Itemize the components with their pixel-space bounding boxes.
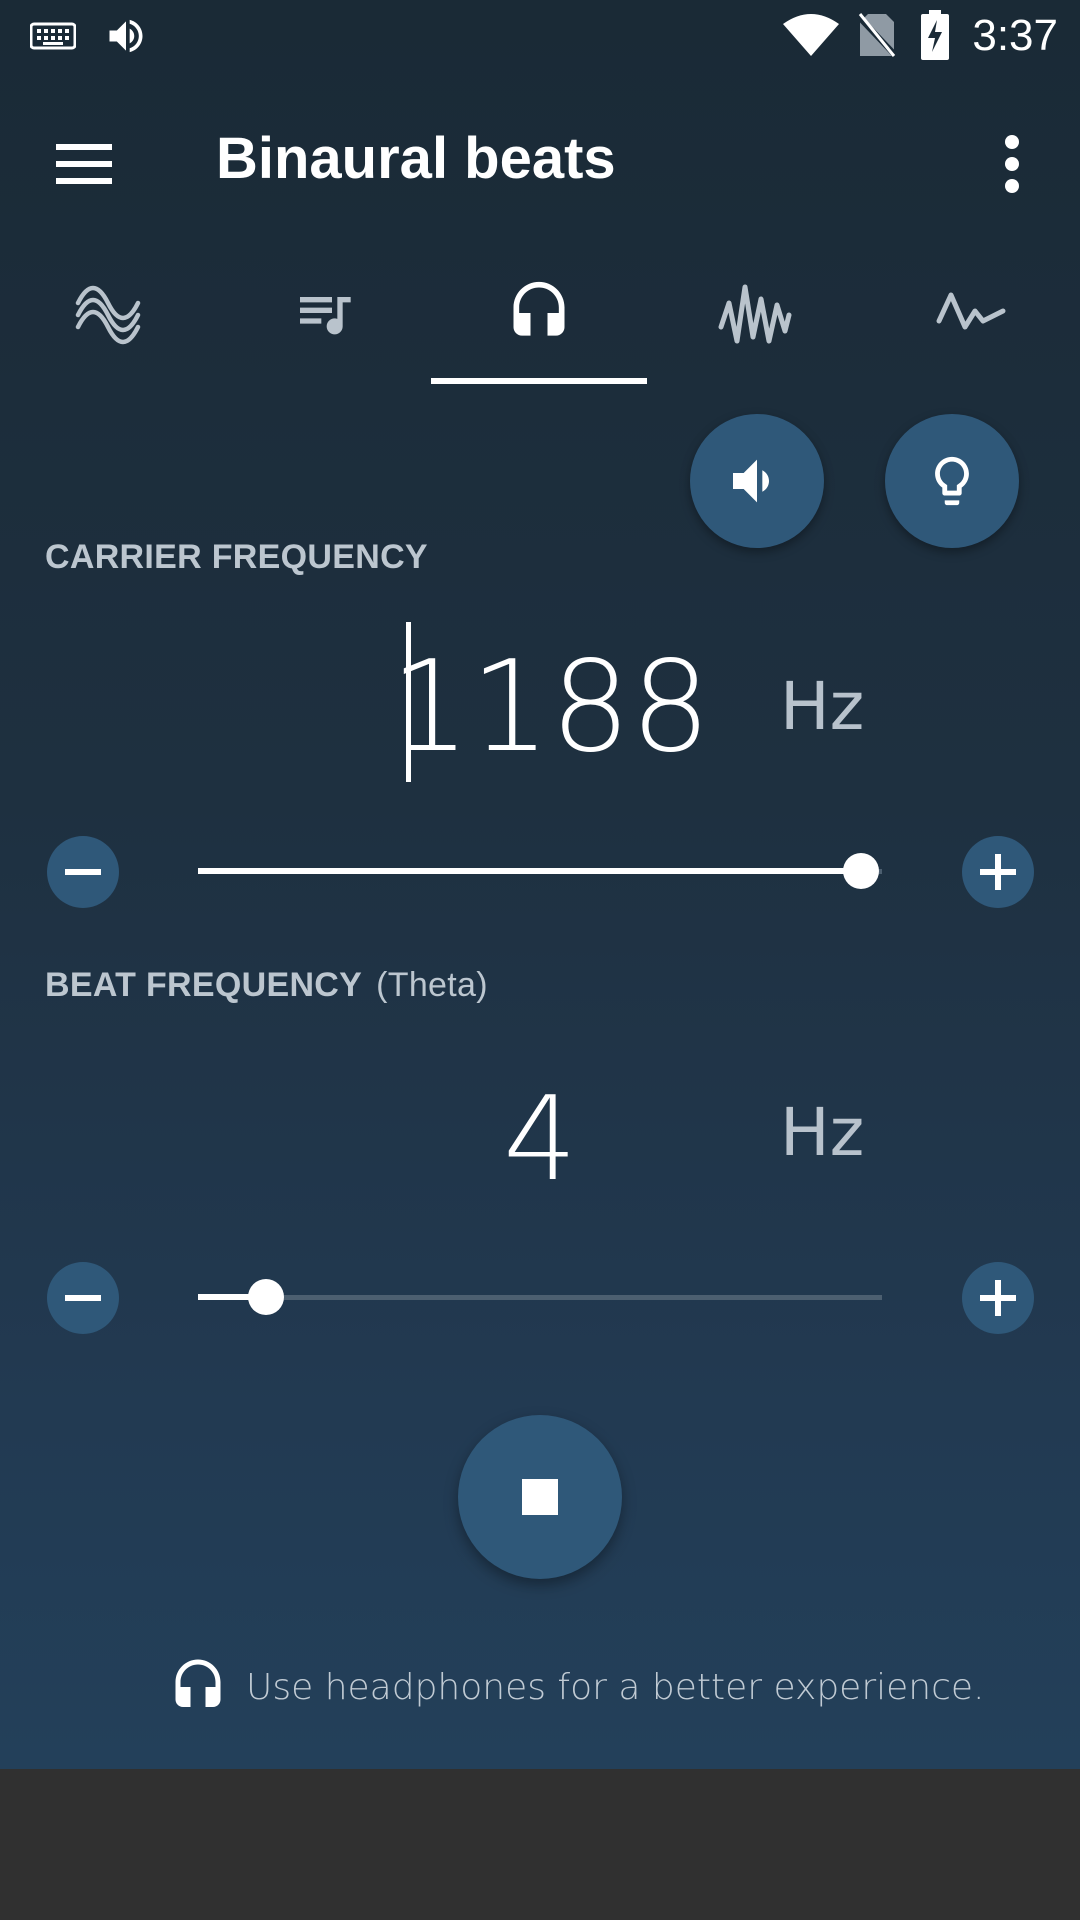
keyboard-icon	[30, 22, 76, 50]
wifi-icon	[783, 14, 839, 56]
status-bar: 3:37	[0, 0, 1080, 72]
lightbulb-icon	[935, 456, 969, 506]
hint-text: Use headphones for a better experience.	[246, 1666, 985, 1708]
more-options-button[interactable]	[972, 120, 1052, 208]
app-bar: Binaural beats	[0, 72, 1080, 242]
more-vertical-icon	[1005, 135, 1019, 193]
carrier-increase-button[interactable]	[962, 836, 1034, 908]
headphones-icon	[175, 1659, 221, 1707]
plus-icon	[980, 854, 1016, 890]
status-time: 3:37	[972, 11, 1058, 60]
tab-selected-indicator	[431, 378, 647, 384]
beat-frequency-band: (Theta)	[376, 966, 488, 1004]
carrier-frequency-label: CARRIER FREQUENCY	[45, 538, 428, 576]
tab-binaural[interactable]	[431, 242, 647, 384]
page-title: Binaural beats	[216, 126, 616, 191]
carrier-frequency-input[interactable]: 1188	[390, 632, 711, 782]
volume-icon	[109, 19, 143, 53]
menu-button[interactable]	[40, 120, 128, 208]
carrier-frequency-slider[interactable]	[198, 849, 882, 893]
volume-button[interactable]	[690, 414, 824, 548]
plus-icon	[980, 1280, 1016, 1316]
beat-frequency-label: BEAT FREQUENCY (Theta)	[45, 966, 488, 1005]
beat-increase-button[interactable]	[962, 1262, 1034, 1334]
battery-charging-icon	[921, 10, 949, 60]
noise-icon	[718, 284, 792, 344]
beat-unit: Hz	[780, 1094, 865, 1171]
stop-button[interactable]	[458, 1415, 622, 1579]
tab-pulse[interactable]	[863, 242, 1079, 384]
beat-frequency-slider[interactable]	[198, 1275, 882, 1319]
beat-frequency-input[interactable]: 4	[390, 1070, 690, 1210]
slider-fill	[198, 868, 862, 874]
tab-playlist[interactable]	[216, 242, 432, 384]
stop-icon	[522, 1479, 558, 1515]
headphones-hint: Use headphones for a better experience.	[168, 1652, 984, 1722]
app-screen: 3:37 Binaural beats CARRIER FREQUENCY 11…	[0, 0, 1080, 1769]
beat-frequency-title: BEAT FREQUENCY	[45, 966, 363, 1004]
system-navigation-bar	[0, 1769, 1080, 1920]
pulse-icon	[936, 292, 1006, 330]
playlist-icon	[300, 297, 351, 335]
carrier-decrease-button[interactable]	[47, 836, 119, 908]
headphones-icon	[513, 281, 565, 336]
beat-decrease-button[interactable]	[47, 1262, 119, 1334]
slider-thumb[interactable]	[843, 853, 880, 889]
minus-icon	[65, 1295, 101, 1301]
slider-track	[198, 1295, 882, 1300]
slider-thumb[interactable]	[248, 1279, 285, 1315]
tab-wave[interactable]	[0, 242, 216, 384]
tab-noise[interactable]	[647, 242, 863, 384]
volume-icon	[733, 459, 769, 503]
no-sim-icon	[858, 13, 896, 58]
carrier-unit: Hz	[780, 668, 865, 745]
minus-icon	[65, 869, 101, 875]
hamburger-menu-icon	[56, 144, 112, 184]
tab-bar	[0, 242, 1080, 384]
wave-icon	[75, 285, 141, 345]
lightbulb-button[interactable]	[885, 414, 1019, 548]
